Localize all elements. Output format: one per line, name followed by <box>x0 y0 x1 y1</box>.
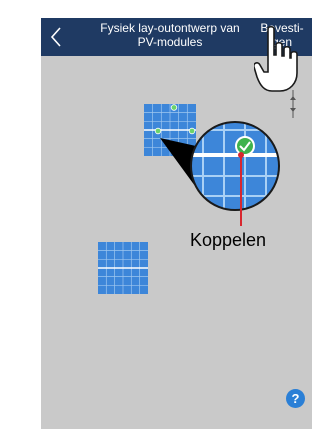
callout-dot <box>238 152 244 158</box>
check-icon <box>235 136 255 156</box>
callout-label: Koppelen <box>190 230 267 250</box>
hand-pointer-icon <box>254 25 298 92</box>
